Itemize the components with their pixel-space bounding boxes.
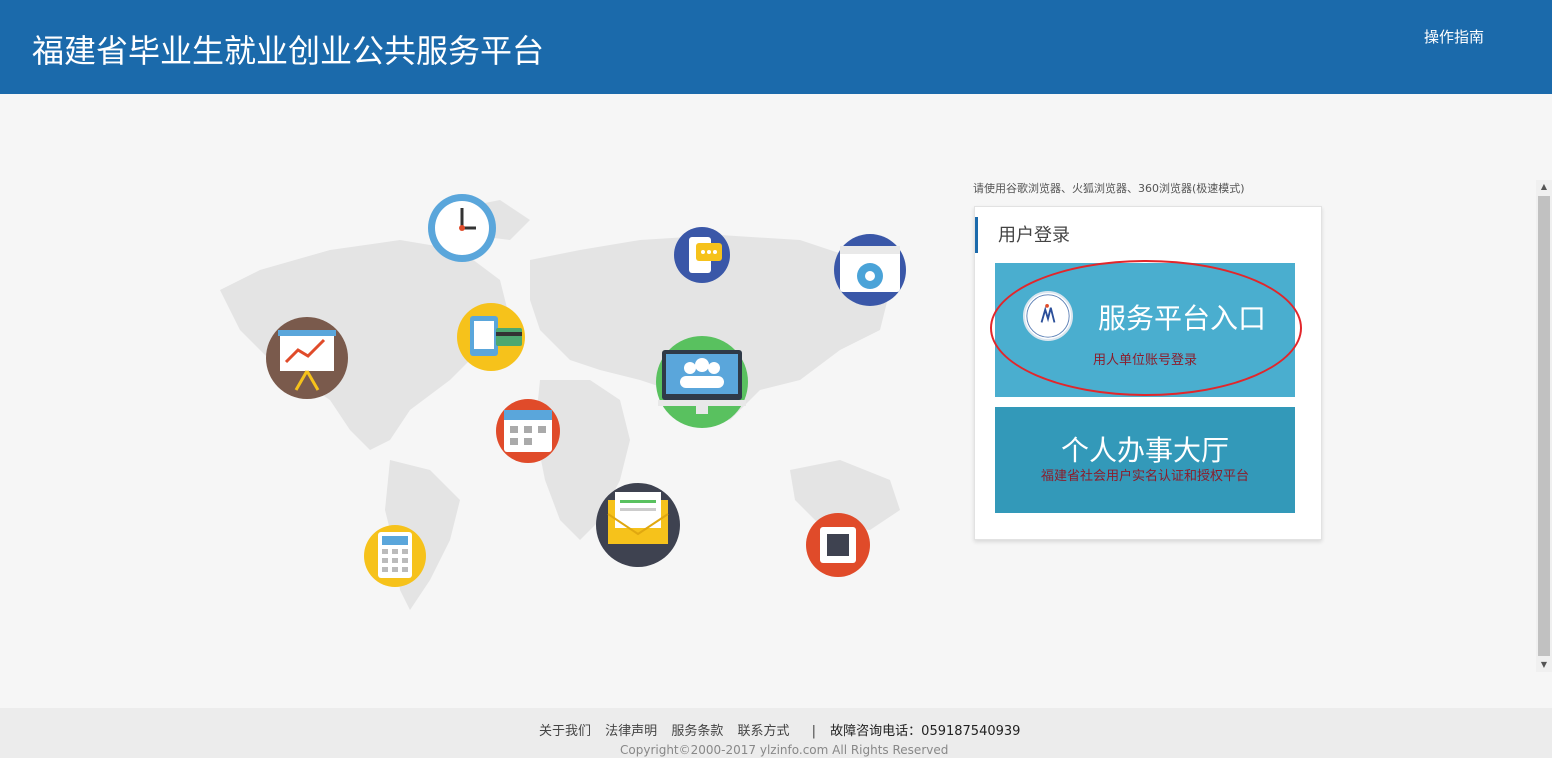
clock-icon: [428, 194, 496, 262]
login-panel: 用户登录 服务平台入口 用人单位账号登录 个人办事大厅 福建省社会用户实名认证和…: [974, 206, 1322, 540]
phone-label: 故障咨询电话：: [830, 724, 922, 739]
platform-logo-icon: [1023, 291, 1073, 341]
real-name-auth-label: 福建省社会用户实名认证和授权平台: [1040, 469, 1249, 484]
chart-board-icon: [266, 317, 348, 399]
guide-link[interactable]: 操作指南: [1424, 26, 1484, 47]
login-title: 用户登录: [975, 217, 1175, 253]
legal-link[interactable]: 法律声明: [605, 724, 657, 739]
scroll-down-icon[interactable]: ▼: [1536, 658, 1552, 672]
footer-divider: |: [811, 724, 817, 739]
copyright: Copyright©2000-2017 ylzinfo.com All Righ…: [620, 743, 949, 757]
personal-hall-label: 个人办事大厅: [1060, 434, 1229, 467]
settings-window-icon: [834, 234, 906, 306]
contact-link[interactable]: 联系方式: [737, 724, 789, 739]
browser-tip: 请使用谷歌浏览器、火狐浏览器、360浏览器(极速模式): [973, 182, 1245, 195]
team-monitor-icon: [656, 336, 748, 428]
about-link[interactable]: 关于我们: [539, 724, 591, 739]
calculator-icon: [364, 525, 426, 587]
footer: 关于我们 法律声明 服务条款 联系方式 | 故障咨询电话：05918754093…: [0, 708, 1552, 758]
scroll-thumb[interactable]: [1538, 196, 1550, 656]
world-map-illustration: [220, 194, 906, 610]
tablet-card-icon: [457, 303, 525, 371]
mail-icon: [596, 483, 680, 567]
scrollbar[interactable]: ▲ ▼: [1536, 180, 1552, 672]
terms-link[interactable]: 服务条款: [671, 724, 723, 739]
chat-phone-icon: [674, 227, 730, 283]
calendar-icon: [496, 399, 560, 463]
phone-number: 059187540939: [921, 724, 1021, 739]
employer-login-label: 用人单位账号登录: [1093, 353, 1198, 368]
header-bar: 福建省毕业生就业创业公共服务平台 操作指南: [0, 0, 1552, 94]
personal-hall-button[interactable]: 个人办事大厅 福建省社会用户实名认证和授权平台: [995, 407, 1295, 513]
site-title: 福建省毕业生就业创业公共服务平台: [32, 32, 545, 70]
scroll-up-icon[interactable]: ▲: [1536, 180, 1552, 194]
chip-icon: [806, 513, 870, 577]
footer-links: 关于我们 法律声明 服务条款 联系方式 | 故障咨询电话：05918754093…: [539, 720, 1020, 739]
service-platform-entry-button[interactable]: 服务平台入口 用人单位账号登录: [995, 263, 1295, 397]
service-platform-entry-label: 服务平台入口: [1098, 302, 1267, 335]
